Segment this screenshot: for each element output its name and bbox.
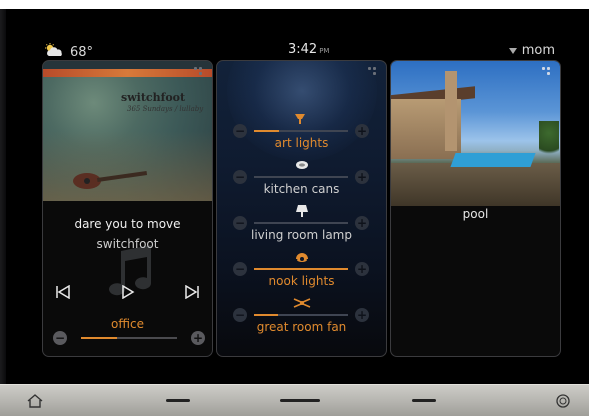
pendant-icon[interactable] [293, 249, 311, 263]
dimmer-slider[interactable] [254, 268, 348, 270]
volume-down-button[interactable]: − [53, 331, 67, 345]
light-row[interactable]: − + living room lamp [217, 203, 386, 245]
user-switcher[interactable]: mom [508, 43, 555, 58]
previous-track-button[interactable] [53, 282, 73, 302]
light-label: art lights [274, 136, 329, 150]
pool-water [450, 153, 536, 167]
album-brand: switchfoot [121, 91, 186, 104]
light-row[interactable]: − + kitchen cans [217, 157, 386, 199]
weather-widget[interactable]: 68° [44, 43, 93, 61]
light-row[interactable]: − + art lights [217, 111, 386, 153]
light-row[interactable]: − + nook lights [217, 249, 386, 291]
hardware-button-bar [0, 384, 589, 416]
dropdown-arrow-icon [508, 47, 517, 54]
volume-fill [81, 337, 118, 339]
hard-button-3[interactable] [412, 399, 436, 402]
skip-forward-icon [185, 285, 199, 299]
next-track-button[interactable] [182, 282, 202, 302]
light-row[interactable]: − + great room fan [217, 295, 386, 337]
dimmer-fill [254, 268, 348, 270]
fan-icon[interactable] [293, 295, 311, 309]
volume-control: − + [53, 331, 205, 347]
dimmer-slider[interactable] [254, 176, 348, 178]
dimmer-fill [254, 130, 280, 132]
home-icon [27, 394, 43, 408]
album-art[interactable]: switchfoot 365 Sundays / lullaby [43, 61, 212, 201]
power-icon [556, 394, 570, 408]
light-label: nook lights [268, 274, 335, 288]
clock-time: 3:42 [288, 42, 318, 57]
partly-cloudy-icon [44, 43, 64, 61]
temperature: 68° [70, 44, 94, 60]
hard-button-1[interactable] [166, 399, 190, 402]
power-button[interactable] [555, 393, 571, 409]
palm-tree [539, 121, 559, 161]
volume-up-button[interactable]: + [191, 331, 205, 345]
light-label: great room fan [256, 320, 347, 334]
panel-menu-icon[interactable] [368, 67, 378, 77]
album-stripe [43, 69, 212, 77]
user-name: mom [521, 43, 555, 58]
screen: 68° 3:42 PM mom switchfoot 365 Sundays / … [6, 9, 589, 384]
play-button[interactable] [118, 282, 138, 302]
zone-label[interactable]: office [43, 317, 212, 331]
pool-camera-image[interactable] [391, 61, 560, 206]
status-bar: 68° 3:42 PM mom [6, 9, 589, 60]
chimney-tower [445, 71, 457, 151]
dimmer-slider[interactable] [254, 222, 348, 224]
transport-controls [43, 282, 212, 302]
music-panel[interactable]: switchfoot 365 Sundays / lullaby dare yo… [42, 60, 213, 357]
album-border [43, 61, 212, 69]
dimmer-slider[interactable] [254, 314, 348, 316]
pool-deck [391, 163, 560, 206]
skip-back-icon [56, 285, 70, 299]
light-label: kitchen cans [263, 182, 340, 196]
play-icon [122, 285, 135, 299]
dimmer-slider[interactable] [254, 130, 348, 132]
lighting-panel: − + art lights − + kitchen cans − + living room … [216, 60, 387, 357]
can-light-icon[interactable] [293, 157, 311, 171]
home-button[interactable] [26, 393, 44, 409]
panel-menu-icon[interactable] [542, 67, 552, 77]
clock: 3:42 PM [288, 42, 329, 57]
dimmer-fill [254, 314, 279, 316]
pool-label: pool [462, 207, 489, 221]
spotlight-icon[interactable] [293, 111, 311, 125]
volume-slider[interactable] [81, 337, 177, 339]
light-label: living room lamp [251, 228, 352, 242]
hard-button-2[interactable] [280, 399, 320, 402]
guitar-icon [73, 171, 148, 189]
panel-menu-icon[interactable] [194, 67, 204, 77]
album-subtitle: 365 Sundays / lullaby [127, 105, 204, 113]
clock-ampm: PM [319, 47, 330, 55]
song-title: dare you to move [74, 217, 181, 231]
camera-panel[interactable]: pool [390, 60, 561, 357]
lamp-icon[interactable] [293, 203, 311, 217]
